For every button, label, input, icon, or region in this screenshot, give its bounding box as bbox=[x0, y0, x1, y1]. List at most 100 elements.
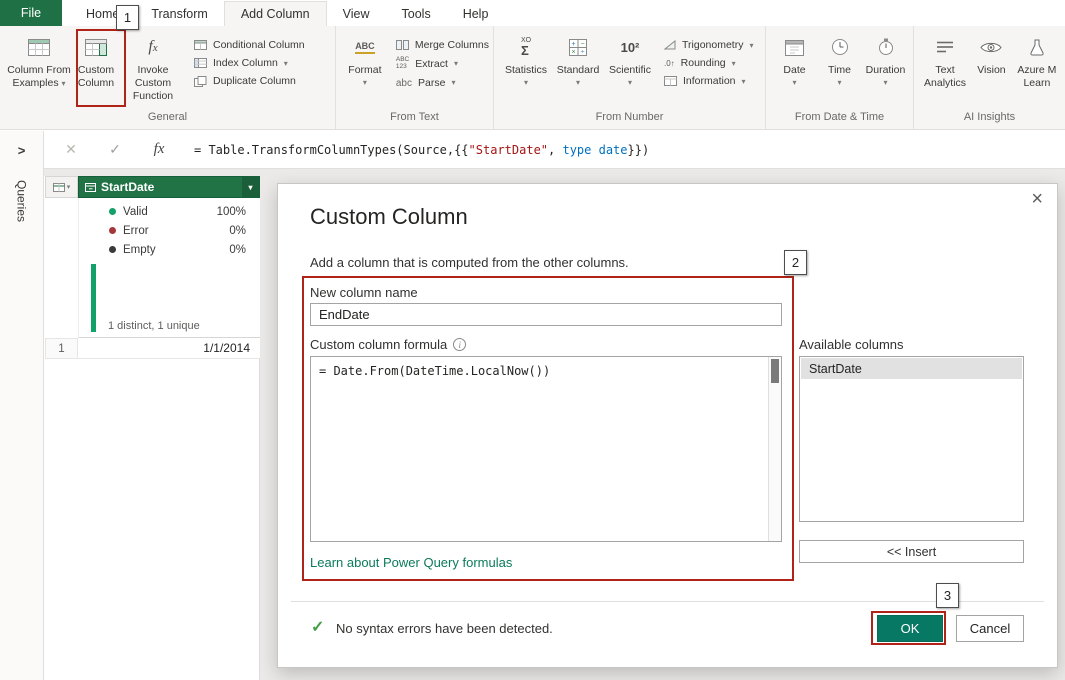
tab-view[interactable]: View bbox=[327, 1, 386, 26]
time-button[interactable]: Time▾ bbox=[817, 29, 862, 88]
chevron-down-icon: ▾ bbox=[749, 41, 753, 50]
vision-button[interactable]: Vision bbox=[970, 29, 1013, 77]
format-icon: ABC bbox=[355, 32, 375, 62]
stat-label: Valid bbox=[123, 206, 148, 218]
azure-ml-button[interactable]: Azure M Learn bbox=[1013, 29, 1061, 90]
scientific-button[interactable]: 10² Scientific▾ bbox=[604, 29, 656, 88]
info-icon[interactable]: i bbox=[453, 338, 466, 351]
time-icon bbox=[831, 32, 849, 62]
column-from-examples-button[interactable]: Column From Examples ▾ bbox=[6, 29, 72, 90]
custom-column-button[interactable]: Custom Column bbox=[72, 29, 120, 90]
table-cell-startdate[interactable]: 1/1/2014 bbox=[78, 338, 260, 359]
ribbon-group-label-from-text: From Text bbox=[336, 111, 493, 129]
statistics-button[interactable]: XΟΣ Statistics▾ bbox=[500, 29, 552, 88]
duration-button[interactable]: Duration▾ bbox=[862, 29, 909, 88]
valid-dot-icon bbox=[109, 208, 116, 215]
tab-transform[interactable]: Transform bbox=[135, 1, 224, 26]
rounding-button[interactable]: .0↑ Rounding ▾ bbox=[664, 57, 753, 69]
row-number-cell[interactable]: 1 bbox=[45, 338, 78, 359]
ribbon-group-from-date-time: Date▾ Time▾ Duration▾ From Date & Time bbox=[766, 26, 914, 129]
conditional-column-button[interactable]: Conditional Column bbox=[194, 39, 305, 51]
date-icon bbox=[785, 32, 804, 62]
value-distribution-bar bbox=[91, 264, 96, 332]
text-analytics-button[interactable]: Text Analytics bbox=[920, 29, 970, 90]
dialog-title: Custom Column bbox=[310, 204, 468, 230]
available-columns-listbox[interactable]: StartDate bbox=[799, 356, 1024, 522]
cancel-formula-icon[interactable]: ✕ bbox=[62, 141, 80, 158]
button-label: Standard bbox=[557, 64, 600, 76]
button-label: Format bbox=[348, 64, 381, 76]
index-column-button[interactable]: Index Column ▾ bbox=[194, 57, 305, 69]
new-column-name-input[interactable] bbox=[310, 303, 782, 326]
invoke-custom-function-button[interactable]: fx Invoke Custom Function bbox=[120, 29, 186, 102]
information-button[interactable]: Information ▾ bbox=[664, 75, 753, 87]
date-button[interactable]: Date▾ bbox=[772, 29, 817, 88]
custom-column-formula-editor[interactable]: = Date.From(DateTime.LocalNow()) bbox=[310, 356, 782, 542]
cancel-button[interactable]: Cancel bbox=[956, 615, 1024, 642]
button-label: Vision bbox=[977, 64, 1005, 76]
button-label: Index Column bbox=[213, 57, 278, 69]
trigonometry-button[interactable]: Trigonometry ▾ bbox=[664, 39, 753, 51]
tab-tools[interactable]: Tools bbox=[386, 1, 447, 26]
chevron-down-icon: ▾ bbox=[67, 183, 71, 191]
stat-error: Error 0% bbox=[79, 221, 260, 240]
tab-add-column[interactable]: Add Column bbox=[224, 1, 327, 26]
syntax-status-text: No syntax errors have been detected. bbox=[336, 621, 553, 636]
chevron-down-icon: ▾ bbox=[505, 78, 547, 88]
chevron-down-icon: ▾ bbox=[783, 78, 805, 88]
column-header-startdate[interactable]: StartDate ▾ bbox=[78, 176, 260, 198]
stat-valid: Valid 100% bbox=[79, 202, 260, 221]
parse-button[interactable]: abc Parse ▾ bbox=[396, 77, 489, 89]
format-button[interactable]: ABC Format ▾ bbox=[342, 29, 388, 88]
duplicate-column-icon bbox=[194, 76, 207, 87]
annotation-badge-2: 2 bbox=[784, 250, 807, 275]
commit-formula-icon[interactable]: ✓ bbox=[106, 141, 124, 158]
formula-prefix: = Table.TransformColumnTypes(Source,{{ bbox=[194, 143, 469, 157]
merge-columns-button[interactable]: Merge Columns bbox=[396, 39, 489, 51]
menu-bar: File Home Transform Add Column View Tool… bbox=[0, 0, 1065, 26]
button-label: Conditional Column bbox=[213, 39, 305, 51]
formula-string-token: "StartDate" bbox=[469, 143, 548, 157]
button-label: Duplicate Column bbox=[213, 75, 296, 87]
ok-button[interactable]: OK bbox=[877, 615, 943, 642]
scrollbar-thumb[interactable] bbox=[771, 359, 779, 383]
chevron-down-icon: ▾ bbox=[866, 78, 906, 88]
ribbon-group-label-from-number: From Number bbox=[494, 111, 765, 129]
dialog-description: Add a column that is computed from the o… bbox=[310, 255, 629, 270]
duration-icon bbox=[878, 32, 894, 62]
stat-empty: Empty 0% bbox=[79, 240, 260, 259]
insert-column-button[interactable]: << Insert bbox=[799, 540, 1024, 563]
column-header-label: StartDate bbox=[101, 180, 154, 194]
formula-scrollbar[interactable] bbox=[768, 357, 781, 541]
formula-input[interactable]: = Table.TransformColumnTypes(Source,{{"S… bbox=[194, 143, 649, 157]
stat-label: Empty bbox=[123, 244, 156, 256]
formula-suffix: }}) bbox=[628, 143, 650, 157]
error-dot-icon bbox=[109, 227, 116, 234]
stat-label: Error bbox=[123, 225, 149, 237]
chevron-down-icon: ▾ bbox=[62, 79, 66, 88]
dialog-footer-divider bbox=[291, 601, 1044, 602]
standard-button[interactable]: +−×÷ Standard▾ bbox=[552, 29, 604, 88]
fx-icon: fx bbox=[150, 141, 168, 158]
duplicate-column-button[interactable]: Duplicate Column bbox=[194, 75, 305, 87]
close-icon[interactable]: × bbox=[1031, 188, 1043, 211]
ribbon-group-label-general: General bbox=[0, 111, 335, 129]
extract-icon: ABC123 bbox=[396, 57, 409, 71]
extract-button[interactable]: ABC123 Extract ▾ bbox=[396, 57, 489, 71]
conditional-column-icon bbox=[194, 40, 207, 50]
file-menu-button[interactable]: File bbox=[0, 0, 62, 26]
column-filter-dropdown[interactable]: ▾ bbox=[242, 177, 259, 197]
merge-columns-icon bbox=[396, 40, 409, 50]
list-item-startdate[interactable]: StartDate bbox=[801, 358, 1022, 379]
expand-queries-chevron-icon[interactable]: > bbox=[0, 143, 43, 158]
column-type-icon bbox=[85, 183, 96, 192]
annotation-badge-3: 3 bbox=[936, 583, 959, 608]
button-label: Trigonometry bbox=[682, 39, 743, 51]
learn-power-query-formulas-link[interactable]: Learn about Power Query formulas bbox=[310, 555, 512, 570]
tab-help[interactable]: Help bbox=[447, 1, 505, 26]
button-label: Invoke Custom Function bbox=[133, 64, 173, 102]
chevron-down-icon: ▾ bbox=[348, 78, 381, 88]
select-all-cell[interactable]: ▾ bbox=[45, 176, 78, 198]
button-label: Time bbox=[828, 64, 851, 76]
azure-ml-icon bbox=[1029, 32, 1045, 62]
